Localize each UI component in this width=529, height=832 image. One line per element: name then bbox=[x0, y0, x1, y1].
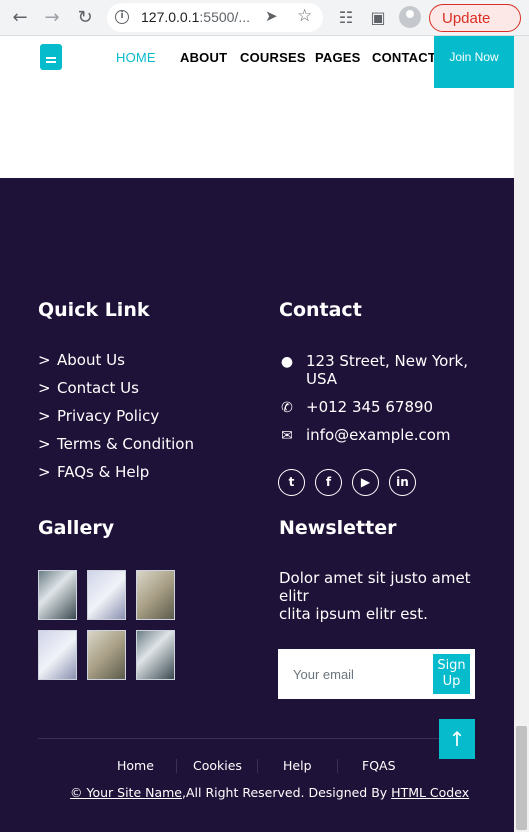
footer-menu-cookies[interactable]: Cookies bbox=[193, 758, 242, 773]
quick-link-contact[interactable]: > Contact Us bbox=[38, 379, 139, 397]
gallery-heading: Gallery bbox=[38, 517, 115, 539]
nav-contact[interactable]: CONTACT bbox=[372, 50, 436, 65]
copyright-text: © Your Site Name,All Right Reserved. Des… bbox=[70, 785, 470, 800]
quick-link-heading: Quick Link bbox=[38, 299, 150, 321]
site-name-link[interactable]: Your Site Name bbox=[86, 785, 182, 800]
signup-button[interactable]: Sign Up bbox=[433, 654, 470, 694]
profile-avatar-icon[interactable] bbox=[399, 6, 421, 28]
site-footer: Quick Link > About Us > Contact Us > Privac… bbox=[0, 178, 514, 832]
update-button[interactable]: Update bbox=[429, 4, 521, 32]
extensions-puzzle-icon[interactable]: ☷ bbox=[334, 6, 358, 30]
linkedin-icon[interactable]: in bbox=[389, 469, 416, 496]
envelope-icon: ✉ bbox=[281, 428, 293, 444]
page-scrollbar[interactable] bbox=[514, 36, 529, 832]
back-arrow-icon[interactable]: ← bbox=[8, 6, 32, 30]
site-info-icon[interactable]: i bbox=[115, 10, 129, 24]
newsletter-description: Dolor amet sit justo amet elitr clita ip… bbox=[279, 569, 471, 623]
nav-courses[interactable]: COURSES bbox=[240, 50, 306, 65]
back-to-top-arrow-icon[interactable]: ↑ bbox=[439, 719, 475, 759]
nav-pages[interactable]: PAGES bbox=[315, 50, 361, 65]
footer-menu-help[interactable]: Help bbox=[283, 758, 312, 773]
footer-menu-home[interactable]: Home bbox=[117, 758, 154, 773]
update-label: Update bbox=[442, 10, 491, 27]
gallery-image[interactable] bbox=[38, 630, 77, 680]
quick-link-faqs[interactable]: > FAQs & Help bbox=[38, 463, 149, 481]
footer-divider bbox=[38, 738, 475, 739]
copyright-symbol: © bbox=[70, 785, 87, 800]
send-icon[interactable]: ➤ bbox=[265, 7, 278, 25]
gallery-image[interactable] bbox=[136, 630, 175, 680]
forward-arrow-icon[interactable]: → bbox=[40, 6, 64, 30]
footer-menu-separator bbox=[176, 759, 177, 773]
phone-icon: ✆ bbox=[281, 400, 293, 416]
nav-about[interactable]: ABOUT bbox=[180, 50, 227, 65]
side-panel-icon[interactable]: ▣ bbox=[366, 6, 390, 30]
footer-menu-separator bbox=[337, 759, 338, 773]
map-marker-icon: ● bbox=[280, 354, 294, 370]
gallery-image[interactable] bbox=[87, 570, 126, 620]
browser-toolbar: ← → ↻ i 127.0.0.1:5500/... ➤ ☆ ☷ ▣ Updat… bbox=[0, 0, 529, 36]
contact-heading: Contact bbox=[279, 299, 362, 321]
twitter-icon[interactable]: t bbox=[278, 469, 305, 496]
book-logo-icon[interactable] bbox=[40, 44, 62, 70]
newsletter-email-input[interactable] bbox=[278, 649, 428, 699]
gallery-image[interactable] bbox=[87, 630, 126, 680]
scrollbar-thumb[interactable] bbox=[516, 726, 527, 830]
nav-home[interactable]: HOME bbox=[116, 50, 156, 65]
join-now-button[interactable]: Join Now bbox=[434, 36, 514, 88]
footer-menu-separator bbox=[257, 759, 258, 773]
youtube-icon[interactable]: ▶ bbox=[352, 469, 379, 496]
newsletter-heading: Newsletter bbox=[279, 517, 397, 539]
quick-link-privacy[interactable]: > Privacy Policy bbox=[38, 407, 159, 425]
gallery-image[interactable] bbox=[38, 570, 77, 620]
address-bar[interactable]: i 127.0.0.1:5500/... ➤ ☆ bbox=[107, 3, 323, 32]
bookmark-star-icon[interactable]: ☆ bbox=[297, 6, 312, 26]
quick-link-about[interactable]: > About Us bbox=[38, 351, 125, 369]
facebook-icon[interactable]: f bbox=[315, 469, 342, 496]
url-text[interactable]: 127.0.0.1:5500/... bbox=[141, 9, 250, 25]
designer-link[interactable]: HTML Codex bbox=[391, 785, 469, 800]
newsletter-form: SignUp bbox=[278, 649, 475, 699]
reload-icon[interactable]: ↻ bbox=[73, 6, 97, 30]
footer-menu-faqs[interactable]: FQAS bbox=[362, 758, 396, 773]
site-navbar: HOME ABOUT COURSES PAGES CONTACT Join No… bbox=[0, 36, 514, 88]
quick-link-terms[interactable]: > Terms & Condition bbox=[38, 435, 194, 453]
gallery-image[interactable] bbox=[136, 570, 175, 620]
